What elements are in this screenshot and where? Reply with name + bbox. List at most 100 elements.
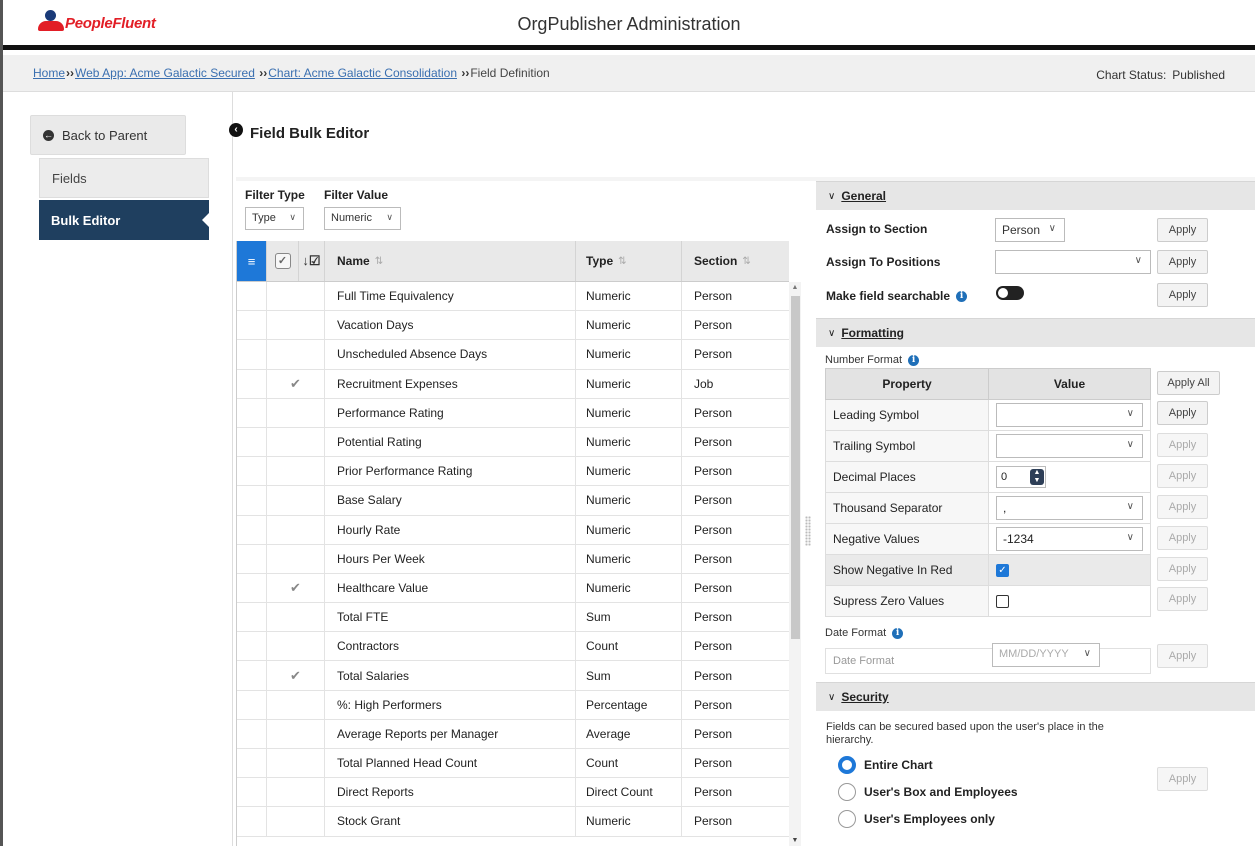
decimal-places-stepper[interactable]: 0 ▲ ▼: [996, 466, 1046, 488]
security-option-employees-only[interactable]: User's Employees only: [838, 810, 995, 828]
show-negative-red-checkbox[interactable]: ✓: [996, 563, 1009, 577]
table-row[interactable]: Total Planned Head Count Count Person: [237, 749, 789, 779]
date-format-apply-button[interactable]: Apply: [1157, 644, 1208, 668]
row-checkbox[interactable]: [267, 632, 325, 661]
table-row[interactable]: Hours Per Week Numeric Person: [237, 544, 789, 574]
field-section-cell: Job: [694, 376, 714, 391]
section-security-title: Security: [841, 690, 889, 704]
negative-values-select[interactable]: -1234 ∨: [996, 527, 1143, 551]
row-checkbox[interactable]: [267, 515, 325, 544]
row-checkbox[interactable]: [267, 398, 325, 427]
assign-section-apply-button[interactable]: Apply: [1157, 218, 1208, 242]
searchable-apply-button[interactable]: Apply: [1157, 283, 1208, 307]
row-checkbox[interactable]: [267, 486, 325, 515]
assign-section-select[interactable]: Person ∨: [995, 218, 1065, 242]
row-checkbox[interactable]: [267, 311, 325, 340]
column-header-type[interactable]: Type ⇅: [576, 241, 682, 281]
leading-symbol-apply-button[interactable]: Apply: [1157, 401, 1208, 425]
row-checkbox[interactable]: ✔: [267, 369, 325, 398]
trailing-symbol-apply-button[interactable]: Apply: [1157, 433, 1208, 457]
row-checkbox[interactable]: [267, 544, 325, 573]
scroll-down-icon[interactable]: ▼: [789, 837, 801, 844]
row-checkbox[interactable]: ✔: [267, 573, 325, 603]
assign-positions-select[interactable]: ∨: [995, 250, 1151, 274]
field-name-cell: %: High Performers: [325, 690, 576, 719]
back-to-parent-button[interactable]: ← Back to Parent: [30, 115, 186, 155]
table-row[interactable]: Prior Performance Rating Numeric Person: [237, 457, 789, 487]
security-option-box-and-employees[interactable]: User's Box and Employees: [838, 783, 1018, 801]
scroll-thumb[interactable]: [791, 296, 800, 639]
row-order-cell: [237, 544, 267, 573]
scroll-up-icon[interactable]: ▲: [789, 284, 801, 291]
table-row[interactable]: Potential Rating Numeric Person: [237, 427, 789, 458]
collapse-sidebar-icon[interactable]: ‹: [229, 122, 243, 137]
filter-value-select[interactable]: Numeric ∨: [324, 207, 401, 230]
table-row[interactable]: Base Salary Numeric Person: [237, 486, 789, 516]
date-format-select[interactable]: MM/DD/YYYY ∨: [992, 643, 1100, 667]
supress-zero-apply-button[interactable]: Apply: [1157, 587, 1208, 611]
security-apply-button[interactable]: Apply: [1157, 767, 1208, 791]
field-type-cell: Numeric: [576, 398, 682, 427]
supress-zero-checkbox[interactable]: [996, 594, 1009, 608]
checkmark-icon: ✔: [290, 579, 301, 595]
table-row[interactable]: Total FTE Sum Person: [237, 603, 789, 633]
table-row[interactable]: Performance Rating Numeric Person: [237, 398, 789, 428]
thousand-separator-select[interactable]: , ∨: [996, 496, 1143, 520]
table-row[interactable]: Contractors Count Person: [237, 632, 789, 662]
table-row[interactable]: ✔ Total Salaries Sum Person: [237, 661, 789, 691]
table-row[interactable]: Unscheduled Absence Days Numeric Person: [237, 340, 789, 370]
info-icon[interactable]: i: [908, 354, 920, 366]
breadcrumb-webapp-link[interactable]: Web App: Acme Galactic Secured: [75, 66, 255, 80]
panel-splitter[interactable]: [801, 181, 816, 846]
table-row[interactable]: Vacation Days Numeric Person: [237, 311, 789, 341]
stepper-arrows-icon[interactable]: ▲ ▼: [1030, 469, 1044, 485]
breadcrumb-chart-link[interactable]: Chart: Acme Galactic Consolidation: [268, 66, 457, 80]
thousand-separator-apply-button[interactable]: Apply: [1157, 495, 1208, 519]
row-checkbox[interactable]: [267, 690, 325, 719]
grid-scrollbar[interactable]: ▲ ▼: [789, 282, 801, 846]
info-icon[interactable]: i: [892, 627, 904, 639]
nav-item-bulk-editor[interactable]: Bulk Editor: [39, 200, 210, 240]
section-header-security[interactable]: ∨ Security: [816, 682, 1255, 711]
table-row[interactable]: %: High Performers Percentage Person: [237, 690, 789, 720]
section-header-formatting[interactable]: ∨ Formatting: [816, 318, 1255, 347]
row-checkbox[interactable]: [267, 340, 325, 369]
security-option-entire-chart[interactable]: Entire Chart: [838, 756, 933, 774]
column-header-section[interactable]: Section ⇅: [682, 241, 789, 281]
row-order-cell: [237, 661, 267, 690]
negative-values-apply-button[interactable]: Apply: [1157, 526, 1208, 550]
trailing-symbol-select[interactable]: ∨: [996, 434, 1143, 458]
row-checkbox[interactable]: [267, 457, 325, 486]
nav-item-fields[interactable]: Fields: [39, 158, 209, 198]
nav-item-fields-label: Fields: [52, 170, 87, 186]
decimal-places-apply-button[interactable]: Apply: [1157, 464, 1208, 488]
row-checkbox[interactable]: [267, 749, 325, 778]
row-checkbox[interactable]: [267, 427, 325, 457]
row-checkbox[interactable]: [267, 603, 325, 632]
table-row[interactable]: ✔ Recruitment Expenses Numeric Job: [237, 369, 789, 399]
assign-positions-apply-button[interactable]: Apply: [1157, 250, 1208, 274]
info-icon[interactable]: i: [956, 290, 968, 302]
row-checkbox[interactable]: [267, 807, 325, 836]
show-negative-red-apply-button[interactable]: Apply: [1157, 557, 1208, 581]
breadcrumb-home-link[interactable]: Home: [33, 66, 65, 80]
table-row[interactable]: Hourly Rate Numeric Person: [237, 515, 789, 545]
apply-all-button[interactable]: Apply All: [1157, 371, 1220, 395]
leading-symbol-select[interactable]: ∨: [996, 403, 1143, 427]
searchable-toggle[interactable]: [996, 286, 1024, 300]
table-row[interactable]: Average Reports per Manager Average Person: [237, 719, 789, 749]
table-row[interactable]: Full Time Equivalency Numeric Person: [237, 282, 789, 312]
select-all-checkbox[interactable]: ✓: [267, 241, 299, 281]
table-row[interactable]: Direct Reports Direct Count Person: [237, 778, 789, 808]
filter-type-select[interactable]: Type ∨: [245, 207, 304, 230]
column-header-name[interactable]: Name ⇅: [325, 241, 576, 281]
sort-checked-icon[interactable]: ↓☑: [299, 241, 325, 281]
row-checkbox[interactable]: [267, 282, 325, 311]
table-row[interactable]: Stock Grant Numeric Person: [237, 807, 789, 837]
row-checkbox[interactable]: [267, 719, 325, 748]
sort-order-icon[interactable]: ≡: [237, 241, 267, 281]
row-checkbox[interactable]: [267, 778, 325, 807]
table-row[interactable]: ✔ Healthcare Value Numeric Person: [237, 573, 789, 604]
row-checkbox[interactable]: ✔: [267, 661, 325, 690]
section-header-general[interactable]: ∨ General: [816, 181, 1255, 210]
